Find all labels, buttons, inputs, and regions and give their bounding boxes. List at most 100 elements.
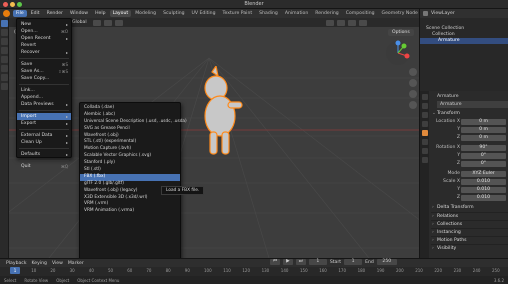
annotate-tool-button[interactable]	[1, 74, 8, 81]
panel-header-collections[interactable]: Collections	[431, 220, 508, 229]
file-menu-item-external-data[interactable]: External Data ▸	[17, 132, 71, 139]
current-frame-indicator[interactable]: 1	[10, 267, 20, 274]
file-menu-item-defaults[interactable]: Defaults ▸	[17, 151, 71, 158]
location-field[interactable]: 0 m	[461, 127, 506, 133]
file-menu-item-revert[interactable]: Revert	[17, 42, 71, 49]
transform-panel-header[interactable]: Transform	[431, 110, 508, 118]
timeline-view-menu[interactable]: View	[52, 261, 63, 266]
rotation-field[interactable]: 0°	[461, 161, 506, 167]
file-menu-item-import[interactable]: Import ▸	[17, 113, 71, 120]
select-tool-button[interactable]	[1, 20, 8, 27]
scene-tab-icon[interactable]	[421, 121, 428, 127]
workspace-tab-modeling[interactable]: Modeling	[132, 10, 159, 17]
file-menu-item-open[interactable]: Open... ⌘O	[17, 28, 71, 35]
menu-edit[interactable]: Edit	[28, 10, 43, 17]
menu-file[interactable]: File	[13, 10, 27, 17]
object-name-field[interactable]: Armature	[437, 101, 508, 108]
physics-tab-icon[interactable]	[421, 148, 428, 154]
pivot-point-button[interactable]	[92, 19, 101, 26]
cursor-tool-button[interactable]	[1, 29, 8, 36]
scale-field[interactable]: 0.010	[461, 187, 506, 193]
file-menu-item-recover[interactable]: Recover ▸	[17, 49, 71, 56]
scale-field[interactable]: 0.010	[461, 195, 506, 201]
import-item-vrm-animation-vrma[interactable]: VRM Animation (.vrma)	[80, 208, 180, 215]
modifier-tab-icon[interactable]	[421, 139, 428, 145]
panel-header-relations[interactable]: Relations	[431, 212, 508, 221]
workspace-tab-shading[interactable]: Shading	[256, 10, 281, 17]
zoom-icon[interactable]	[409, 68, 417, 76]
workspace-tab-texture-paint[interactable]: Texture Paint	[220, 10, 256, 17]
navigation-gizmo[interactable]	[385, 40, 411, 66]
blender-logo-icon[interactable]	[3, 10, 10, 17]
options-dropdown[interactable]: Options	[388, 29, 414, 36]
hand-pan-icon[interactable]	[409, 79, 417, 87]
timeline-keying-menu[interactable]: Keying	[32, 261, 47, 266]
tool-tab-icon[interactable]	[421, 94, 428, 100]
import-item-svg-as-grease-pencil[interactable]: SVG as Grease Pencil	[80, 126, 180, 133]
timeline-marker-menu[interactable]: Marker	[68, 261, 84, 266]
grid-perspective-icon[interactable]	[409, 101, 417, 109]
object-tab-icon[interactable]	[421, 130, 428, 136]
import-item-fbx-fbx[interactable]: FBX (.fbx)	[80, 173, 180, 181]
file-menu-item-save-as[interactable]: Save As... ⇧⌘S	[17, 68, 71, 75]
file-menu-item-open-recent[interactable]: Open Recent ▸	[17, 35, 71, 42]
workspace-tab-animation[interactable]: Animation	[282, 10, 311, 17]
rotation-field[interactable]: 90°	[461, 145, 506, 151]
solid-shading-button[interactable]	[336, 19, 345, 26]
overlays-button[interactable]	[325, 19, 334, 26]
file-menu-item-data-previews[interactable]: Data Previews ▸	[17, 101, 71, 108]
file-menu-item-quit[interactable]: Quit ⌘Q	[17, 163, 71, 170]
import-item-stl-stl[interactable]: Stl (.stl)	[80, 167, 180, 174]
jump-end-button[interactable]: ⏭	[295, 259, 306, 265]
import-item-collada-dae[interactable]: Collada (.dae)	[80, 105, 180, 112]
snap-button[interactable]	[103, 19, 112, 26]
scale-tool-button[interactable]	[1, 56, 8, 63]
location-field[interactable]: 0 m	[461, 119, 506, 125]
data-tab-icon[interactable]	[421, 157, 428, 163]
import-item-alembic-abc[interactable]: Alembic (.abc)	[80, 112, 180, 119]
import-item-stanford-ply[interactable]: Stanford (.ply)	[80, 160, 180, 167]
timeline-playback-menu[interactable]: Playback	[6, 261, 27, 266]
file-menu-item-new[interactable]: New ▸	[17, 21, 71, 28]
file-menu-item-clean-up[interactable]: Clean Up ▸	[17, 139, 71, 146]
play-button[interactable]: ▶	[283, 259, 293, 265]
camera-view-icon[interactable]	[409, 90, 417, 98]
measure-tool-button[interactable]	[1, 83, 8, 90]
scale-field[interactable]: 0.010	[461, 179, 506, 185]
outliner-row-armature[interactable]: Armature	[420, 38, 508, 44]
start-frame-field[interactable]: 1	[344, 259, 363, 265]
view-layer-field[interactable]: ViewLayer	[431, 11, 455, 16]
rotate-tool-button[interactable]	[1, 47, 8, 54]
proportional-edit-button[interactable]	[114, 19, 123, 26]
file-menu-item-export[interactable]: Export ▸	[17, 120, 71, 127]
file-menu-item-save[interactable]: Save ⌘S	[17, 61, 71, 68]
rotation-field[interactable]: 0°	[461, 153, 506, 159]
workspace-tab-compositing[interactable]: Compositing	[343, 10, 378, 17]
end-frame-field[interactable]: 250	[376, 259, 397, 265]
panel-header-visibility[interactable]: Visibility	[431, 244, 508, 253]
output-tab-icon[interactable]	[421, 112, 428, 118]
rendered-shading-button[interactable]	[358, 19, 367, 26]
move-tool-button[interactable]	[1, 38, 8, 45]
panel-header-motion-paths[interactable]: Motion Paths	[431, 236, 508, 245]
import-item-universal-scene-description-usd-usdc-usda[interactable]: Universal Scene Description (.usd, .usdc…	[80, 119, 187, 126]
panel-header-delta-transform[interactable]: Delta Transform	[431, 204, 508, 212]
file-menu-item-append[interactable]: Append...	[17, 94, 71, 101]
rotation-mode-dropdown[interactable]: XYZ Euler	[461, 171, 506, 177]
menu-render[interactable]: Render	[44, 10, 66, 17]
file-menu-item-save-copy[interactable]: Save Copy...	[17, 75, 71, 82]
file-menu-item-link[interactable]: Link...	[17, 87, 71, 94]
menu-window[interactable]: Window	[67, 10, 91, 17]
hippo-armature-model[interactable]	[192, 66, 252, 176]
workspace-tab-sculpting[interactable]: Sculpting	[160, 10, 187, 17]
workspace-tab-rendering[interactable]: Rendering	[312, 10, 341, 17]
transform-orientation-dropdown[interactable]: Global	[69, 20, 90, 25]
workspace-tab-geometry-nodes[interactable]: Geometry Node	[379, 10, 421, 17]
location-field[interactable]: 0 m	[461, 135, 506, 141]
material-shading-button[interactable]	[347, 19, 356, 26]
workspace-tab-uv-editing[interactable]: UV Editing	[189, 10, 219, 17]
transform-tool-button[interactable]	[1, 65, 8, 72]
menu-help[interactable]: Help	[92, 10, 108, 17]
panel-header-instancing[interactable]: Instancing	[431, 228, 508, 237]
render-tab-icon[interactable]	[421, 103, 428, 109]
